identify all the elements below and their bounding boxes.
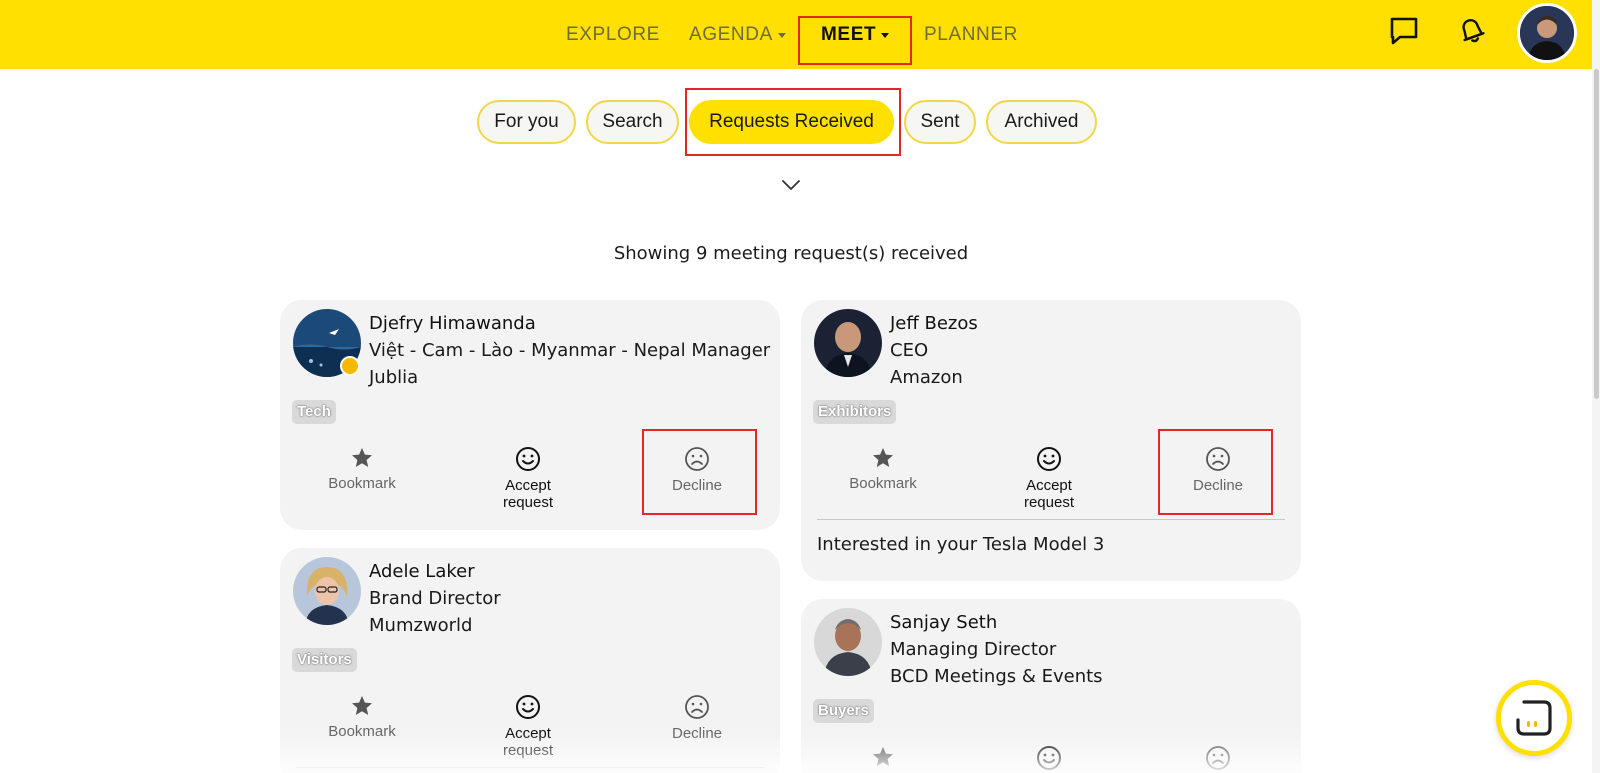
star-icon: [873, 747, 893, 766]
accept-label-line1: Accept: [505, 477, 551, 494]
bookmark-button[interactable]: Bookmark: [297, 694, 427, 740]
request-card: Djefry Himawanda Việt - Cam - Lào - Myan…: [280, 300, 780, 530]
caret-down-icon: [777, 32, 786, 38]
tab-search-label: Search: [602, 111, 663, 132]
avatar: [814, 608, 882, 676]
bookmark-button[interactable]: Bookmark: [297, 446, 427, 492]
bookmark-button[interactable]: [818, 745, 948, 773]
star-icon: [352, 448, 372, 467]
bell-icon[interactable]: [1455, 14, 1489, 48]
chat-widget-icon: [1516, 700, 1552, 736]
star-icon: [873, 448, 893, 467]
person-company: Jublia: [369, 367, 419, 388]
person-name[interactable]: Sanjay Seth: [890, 609, 1103, 636]
requests-tab-highlight-box: [685, 88, 901, 156]
request-card: Jeff Bezos CEO Amazon Exhibitors Bookmar…: [801, 300, 1301, 581]
category-tag: Tech: [292, 400, 336, 424]
smile-icon: [1037, 746, 1061, 770]
accept-request-button[interactable]: Accept request: [984, 446, 1114, 511]
accept-label-line1: Accept: [505, 725, 551, 742]
smile-icon: [516, 695, 540, 719]
person-title: Brand Director: [369, 588, 501, 609]
person-name[interactable]: Adele Laker: [369, 558, 501, 585]
person-title: Việt - Cam - Lào - Myanmar - Nepal Manag…: [369, 340, 771, 361]
nav-planner-label: PLANNER: [924, 23, 1018, 45]
avatar: [293, 557, 361, 625]
bookmark-button[interactable]: Bookmark: [818, 446, 948, 492]
decline-button[interactable]: [1153, 745, 1283, 773]
decline-button[interactable]: Decline: [632, 694, 762, 742]
tab-for-you[interactable]: For you: [477, 100, 576, 144]
person-company: Amazon: [890, 367, 963, 388]
divider: [817, 519, 1285, 520]
accept-request-button[interactable]: Accept request: [463, 694, 593, 759]
chevron-down-icon[interactable]: [781, 178, 801, 192]
person-company: Mumzworld: [369, 615, 473, 636]
tab-sent-label: Sent: [920, 111, 960, 132]
decline-highlight-box: [642, 429, 757, 515]
tab-search[interactable]: Search: [586, 100, 679, 144]
nav-agenda-label: AGENDA: [689, 23, 773, 45]
nav-explore-label: EXPLORE: [566, 23, 660, 45]
results-summary: Showing 9 meeting request(s) received: [613, 243, 969, 264]
nav-planner[interactable]: PLANNER: [924, 0, 1018, 69]
user-avatar[interactable]: [1517, 3, 1577, 63]
avatar: [814, 309, 882, 377]
accept-label-line2: request: [1023, 494, 1075, 511]
chat-icon[interactable]: [1387, 14, 1421, 48]
tab-archived[interactable]: Archived: [986, 100, 1097, 144]
smile-icon: [516, 447, 540, 471]
tab-for-you-label: For you: [494, 111, 559, 132]
bookmark-label: Bookmark: [328, 475, 396, 492]
person-name[interactable]: Djefry Himawanda: [369, 310, 770, 337]
nav-explore[interactable]: EXPLORE: [566, 0, 660, 69]
scrollbar-thumb[interactable]: [1594, 69, 1599, 399]
accept-label-line2: request: [502, 494, 554, 511]
category-tag: Buyers: [813, 699, 874, 723]
nav-agenda[interactable]: AGENDA: [689, 0, 786, 69]
frown-icon: [1206, 746, 1230, 770]
accept-request-button[interactable]: Accept request: [463, 446, 593, 511]
smile-icon: [1037, 447, 1061, 471]
decline-highlight-box: [1158, 429, 1273, 515]
frown-icon: [685, 695, 709, 719]
accept-request-button[interactable]: [984, 745, 1114, 773]
accept-label-line2: request: [502, 742, 554, 759]
bottom-fade: [0, 733, 1592, 773]
person-name[interactable]: Jeff Bezos: [890, 310, 978, 337]
request-card: Sanjay Seth Managing Director BCD Meetin…: [801, 599, 1301, 773]
page-scrollbar[interactable]: [1592, 0, 1600, 773]
category-tag: Visitors: [292, 648, 357, 672]
online-status-dot: [340, 356, 360, 376]
person-company: BCD Meetings & Events: [890, 666, 1103, 687]
meet-highlight-box: [798, 16, 912, 65]
person-title: Managing Director: [890, 639, 1057, 660]
category-tag: Exhibitors: [813, 400, 897, 424]
request-card: Adele Laker Brand Director Mumzworld Vis…: [280, 548, 780, 773]
star-icon: [352, 696, 372, 715]
request-message: Interested in your Tesla Model 3: [817, 534, 1105, 555]
tab-archived-label: Archived: [1004, 111, 1079, 132]
decline-label: Decline: [671, 725, 723, 742]
bookmark-label: Bookmark: [328, 723, 396, 740]
divider: [296, 767, 764, 768]
tab-sent[interactable]: Sent: [904, 100, 976, 144]
top-navigation-bar: EXPLORE AGENDA MEET PLANNER: [0, 0, 1592, 69]
support-chat-button[interactable]: [1496, 680, 1572, 756]
bookmark-label: Bookmark: [849, 475, 917, 492]
accept-label-line1: Accept: [1026, 477, 1072, 494]
person-title: CEO: [890, 340, 929, 361]
